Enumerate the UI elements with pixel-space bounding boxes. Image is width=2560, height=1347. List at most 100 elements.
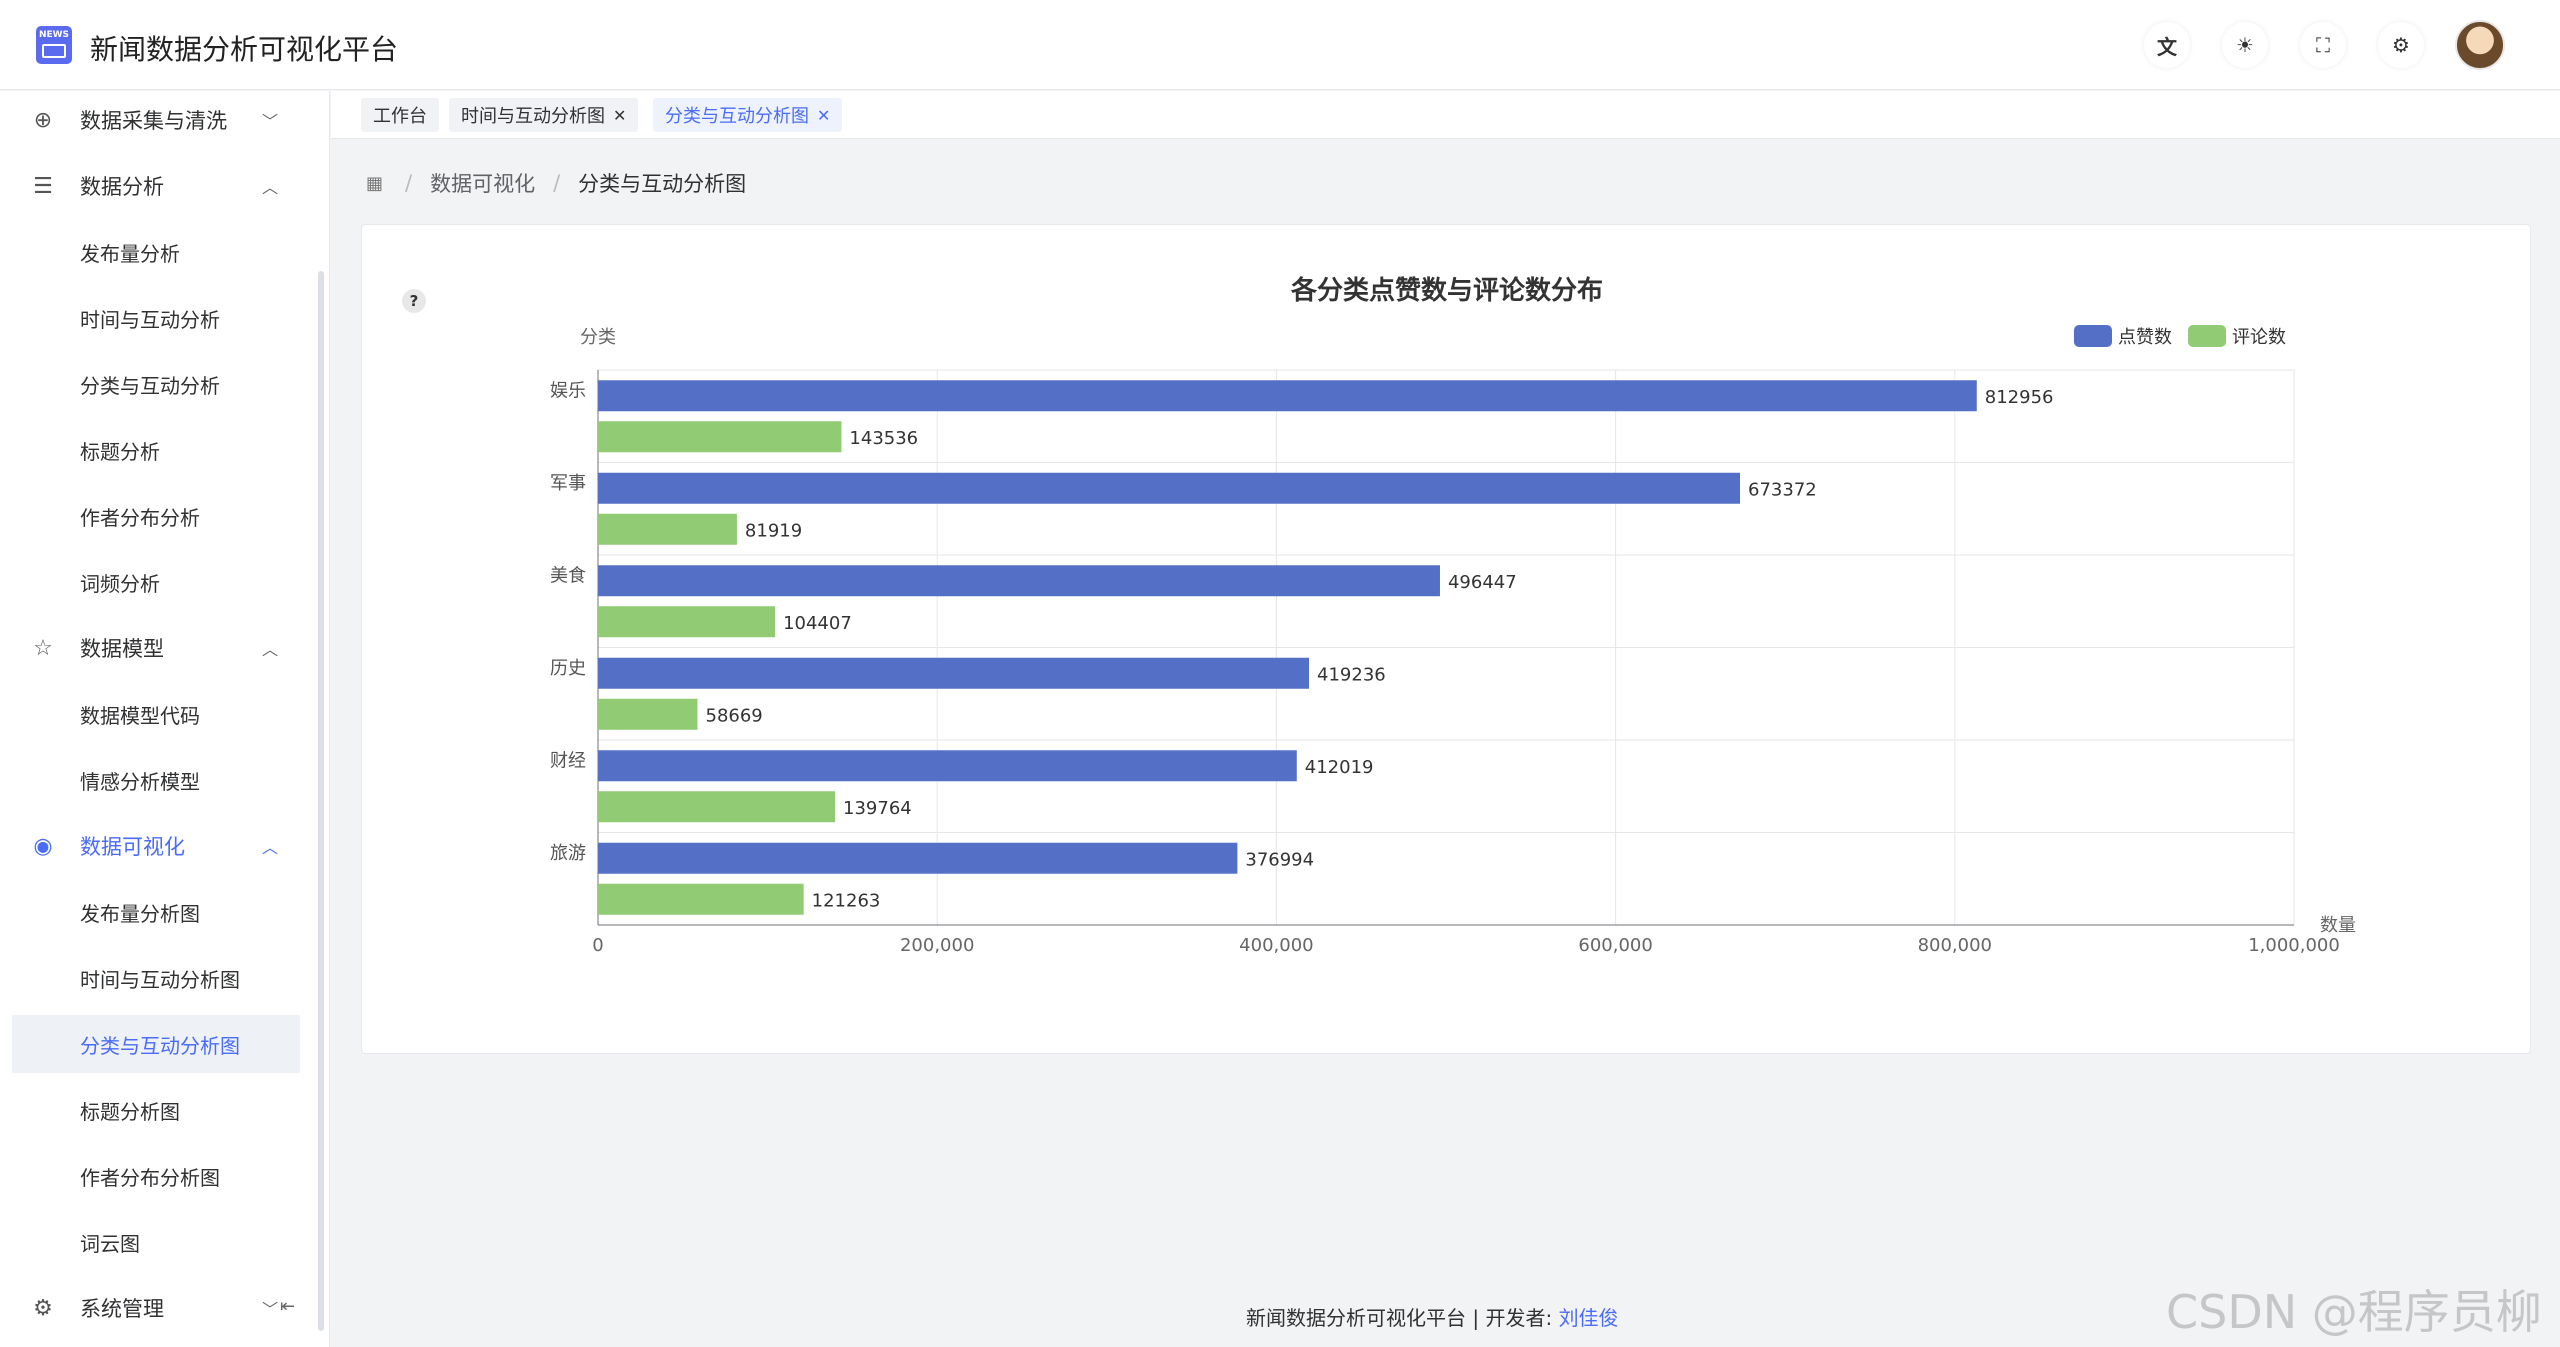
sidebar-item-title-chart[interactable]: 标题分析图 — [0, 1081, 320, 1139]
fullscreen-button[interactable]: ⛶ — [2300, 22, 2346, 68]
tab-time-interaction-chart[interactable]: 时间与互动分析图 ✕ — [449, 98, 639, 132]
bar-1 — [598, 606, 776, 638]
legend-swatch-0 — [2074, 325, 2112, 347]
tabs-bar: 工作台 时间与互动分析图 ✕ 分类与互动分析图 ✕ — [331, 91, 2560, 139]
sidebar-group-data-visualization[interactable]: ◉ 数据可视化 ︿ — [0, 817, 320, 875]
sidebar-item-time-interaction-chart[interactable]: 时间与互动分析图 — [0, 949, 320, 1007]
footer: 新闻数据分析可视化平台 | 开发者: 刘佳俊 — [1246, 1302, 1619, 1331]
translate-icon: 文 — [2157, 34, 2177, 59]
chevron-up-icon: ︿ — [262, 838, 279, 857]
bar-0 — [598, 657, 1310, 689]
sidebar-item-publish-analysis[interactable]: 发布量分析 — [0, 223, 320, 281]
data-label: 419236 — [1317, 664, 1386, 685]
collapse-sidebar-icon[interactable]: ⇤ — [280, 1296, 295, 1317]
data-label: 143536 — [849, 428, 918, 449]
y-tick-label: 娱乐 — [550, 380, 586, 401]
sidebar-item-category-interaction-analysis[interactable]: 分类与互动分析 — [0, 355, 320, 413]
sidebar-item-word-frequency[interactable]: 词频分析 — [0, 553, 320, 611]
sidebar-item-model-code[interactable]: 数据模型代码 — [0, 685, 320, 743]
data-label: 139764 — [843, 798, 912, 819]
star-icon: ☆ — [33, 635, 53, 661]
top-header: NEWS 新闻数据分析可视化平台 文 ☀ ⛶ ⚙ — [0, 0, 2560, 90]
sidebar-item-author-chart[interactable]: 作者分布分析图 — [0, 1147, 320, 1205]
theme-toggle-button[interactable]: ☀ — [2222, 22, 2268, 68]
footer-developer-link[interactable]: 刘佳俊 — [1559, 1306, 1619, 1330]
bar-chart: 各分类点赞数与评论数分布分类数量 点赞数 评论数 0 200,000 400,000 600… — [550, 275, 2356, 956]
sidebar-item-word-cloud[interactable]: 词云图 — [0, 1213, 320, 1271]
data-label: 496447 — [1448, 572, 1517, 593]
legend-label-1: 评论数 — [2232, 327, 2286, 348]
legend-swatch-1 — [2188, 325, 2226, 347]
x-tick-label: 1,000,000 — [2248, 935, 2340, 956]
grid-icon: ▦ — [366, 172, 384, 194]
close-icon[interactable]: ✕ — [613, 106, 626, 125]
y-tick-label: 旅游 — [550, 843, 586, 864]
sidebar-group-data-collection[interactable]: ⊕ 数据采集与清洗 ﹀ — [0, 91, 320, 149]
data-label: 58669 — [706, 705, 763, 726]
data-label: 673372 — [1748, 479, 1817, 500]
gear-icon: ⚙ — [33, 1295, 53, 1321]
settings-button[interactable]: ⚙ — [2378, 22, 2424, 68]
sidebar-group-data-analysis[interactable]: ☰ 数据分析 ︿ — [0, 157, 320, 215]
y-tick-label: 财经 — [550, 750, 586, 771]
sidebar-item-category-interaction-chart[interactable]: 分类与互动分析图 — [12, 1015, 300, 1073]
tab-category-interaction-chart[interactable]: 分类与互动分析图 ✕ — [653, 98, 843, 132]
bar-0 — [598, 750, 1297, 782]
sidebar-item-time-interaction-analysis[interactable]: 时间与互动分析 — [0, 289, 320, 347]
x-tick-label: 0 — [592, 935, 603, 956]
x-tick-label: 400,000 — [1239, 935, 1313, 956]
sidebar-item-sentiment-model[interactable]: 情感分析模型 — [0, 751, 320, 809]
y-tick-label: 历史 — [550, 658, 586, 679]
x-tick-label: 600,000 — [1578, 935, 1652, 956]
data-label: 412019 — [1305, 757, 1374, 778]
close-icon[interactable]: ✕ — [817, 106, 830, 125]
x-tick-label: 200,000 — [900, 935, 974, 956]
app-title: 新闻数据分析可视化平台 — [90, 33, 399, 66]
sidebar-item-title-analysis[interactable]: 标题分析 — [0, 421, 320, 479]
bar-0 — [598, 842, 1238, 874]
bar-1 — [598, 513, 737, 545]
eye-icon: ◉ — [33, 833, 53, 859]
bar-0 — [598, 380, 1977, 412]
bar-1 — [598, 698, 698, 730]
footer-text: 新闻数据分析可视化平台 | 开发者: — [1246, 1306, 1553, 1330]
sidebar-group-label: 数据分析 — [80, 175, 164, 199]
x-axis-label: 数量 — [2320, 915, 2356, 936]
data-label: 121263 — [812, 890, 881, 911]
x-tick-label: 800,000 — [1918, 935, 1992, 956]
data-label: 376994 — [1245, 849, 1314, 870]
chevron-down-icon: ﹀ — [262, 1300, 279, 1319]
sidebar-item-publish-chart[interactable]: 发布量分析图 — [0, 883, 320, 941]
sidebar-item-author-analysis[interactable]: 作者分布分析 — [0, 487, 320, 545]
sidebar-group-data-model[interactable]: ☆ 数据模型 ︿ — [0, 619, 320, 677]
bar-1 — [598, 883, 804, 915]
sidebar: ⊕ 数据采集与清洗 ﹀ ☰ 数据分析 ︿ 发布量分析 时间与互动分析 分类与互动… — [0, 91, 330, 1347]
chart-title: 各分类点赞数与评论数分布 — [1290, 275, 1603, 306]
tab-workbench[interactable]: 工作台 — [361, 98, 439, 132]
data-label: 812956 — [1985, 387, 2054, 408]
y-tick-label: 美食 — [550, 565, 586, 586]
plus-circle-icon: ⊕ — [33, 107, 53, 133]
watermark: CSDN @程序员柳 — [2166, 1285, 2542, 1339]
bar-1 — [598, 791, 836, 823]
data-label: 81919 — [745, 520, 802, 541]
chart-card: ? 各分类点赞数与评论数分布 分类 数量 点赞数 评论数 0 200,000 400,000 6… — [361, 224, 2531, 1054]
sidebar-group-label: 数据采集与清洗 — [80, 109, 227, 133]
sidebar-group-system-management[interactable]: ⚙ 系统管理 ﹀ — [0, 1279, 320, 1337]
breadcrumb-current: 分类与互动分析图 — [578, 172, 747, 196]
sidebar-scrollbar[interactable] — [318, 271, 324, 1331]
legend-label-0: 点赞数 — [2118, 327, 2172, 348]
breadcrumb: ▦ / 数据可视化 / 分类与互动分析图 — [366, 168, 746, 198]
avatar[interactable] — [2455, 20, 2505, 70]
bar-1 — [598, 421, 842, 453]
y-axis-label: 分类 — [580, 327, 616, 348]
news-logo-icon: NEWS — [36, 26, 72, 64]
fullscreen-icon: ⛶ — [2316, 33, 2330, 57]
chevron-down-icon: ﹀ — [262, 112, 279, 131]
translate-button[interactable]: 文 — [2144, 22, 2190, 68]
bar-0 — [598, 472, 1741, 504]
sidebar-group-label: 系统管理 — [80, 1297, 164, 1321]
breadcrumb-item[interactable]: 数据可视化 — [430, 168, 535, 198]
bar-0 — [598, 565, 1440, 597]
sidebar-group-label: 数据可视化 — [80, 835, 185, 859]
